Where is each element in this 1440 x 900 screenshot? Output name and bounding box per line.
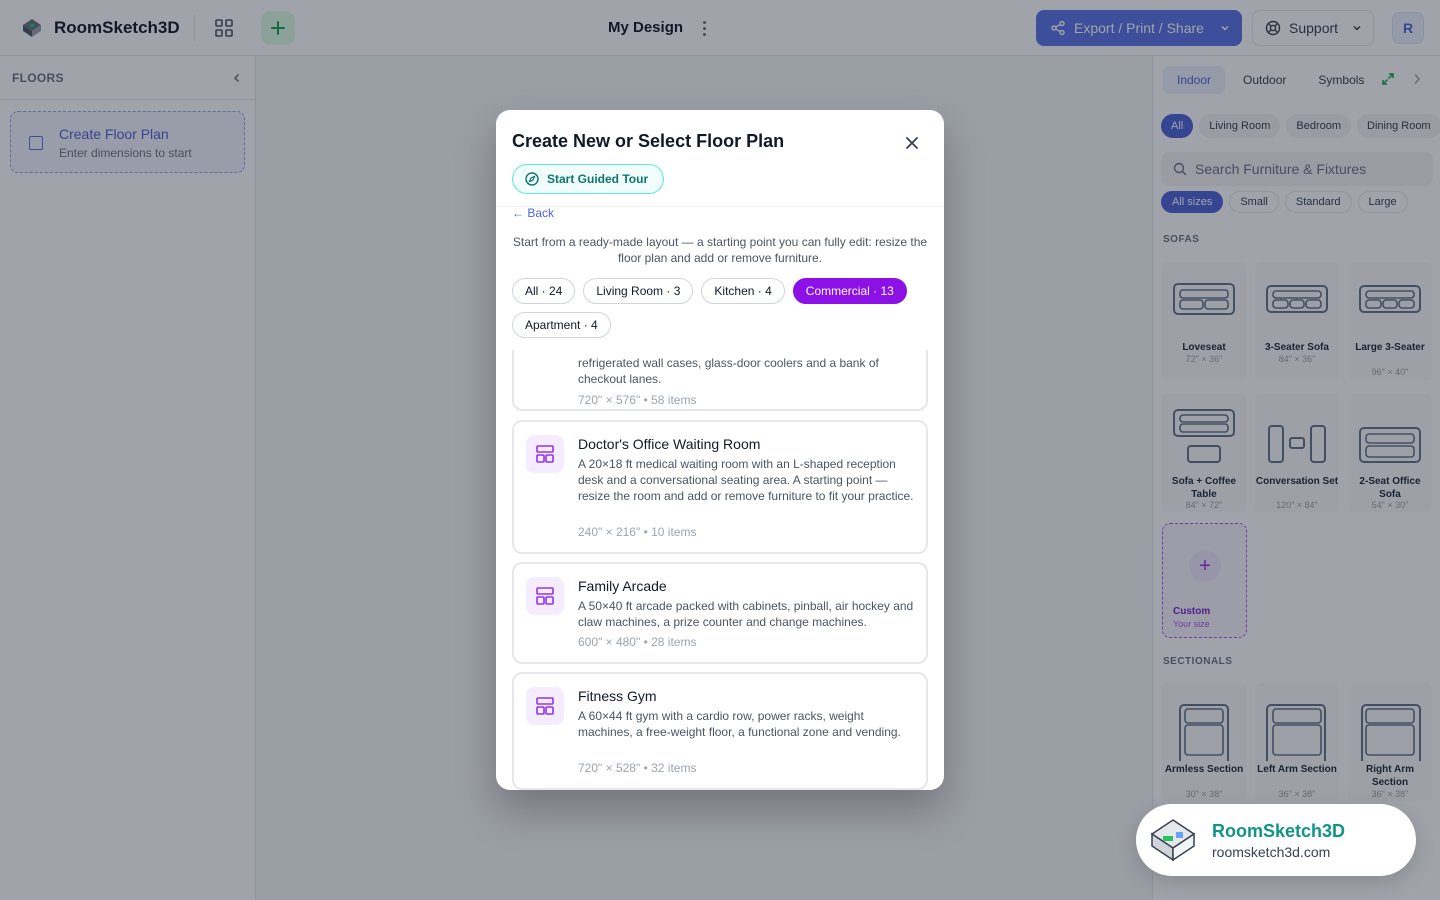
house-logo-icon [1150, 819, 1196, 862]
layout-template-icon [526, 435, 564, 473]
filter-living-room[interactable]: Living Room · 3 [583, 278, 694, 304]
close-icon [906, 137, 918, 149]
close-button[interactable] [901, 132, 923, 154]
start-guided-tour-button[interactable]: Start Guided Tour [512, 164, 664, 194]
template-description: A 60×44 ft gym with a cardio row, power … [578, 709, 901, 739]
brand-url: roomsketch3d.com [1212, 844, 1331, 860]
dialog-title: Create New or Select Floor Plan [512, 131, 785, 151]
template-title: Family Arcade [578, 578, 667, 594]
filter-apartment[interactable]: Apartment · 4 [512, 312, 611, 338]
floor-plan-dialog: Create New or Select Floor Plan Start Gu… [496, 110, 944, 790]
brand-badge[interactable]: RoomSketch3D roomsketch3d.com [1136, 804, 1416, 876]
filter-all[interactable]: All · 24 [512, 278, 576, 304]
template-description: refrigerated wall cases, glass-door cool… [578, 356, 879, 386]
divider [496, 206, 944, 207]
template-meta: 600" × 480" • 28 items [578, 635, 697, 649]
template-description: A 20×18 ft medical waiting room with an … [578, 457, 914, 503]
template-category-filters: All · 24 Living Room · 3 Kitchen · 4 Com… [512, 278, 932, 338]
filter-kitchen[interactable]: Kitchen · 4 [701, 278, 785, 304]
template-card[interactable]: Doctor's Office Waiting Room A 20×18 ft … [512, 420, 928, 554]
layout-template-icon [526, 577, 564, 615]
filter-commercial[interactable]: Commercial · 13 [792, 278, 907, 304]
template-card[interactable]: Fitness Gym A 60×44 ft gym with a cardio… [512, 672, 928, 790]
template-card[interactable]: refrigerated wall cases, glass-door cool… [512, 350, 928, 411]
compass-icon [525, 172, 539, 186]
tour-label: Start Guided Tour [547, 172, 649, 186]
back-link[interactable]: ← Back [512, 206, 554, 220]
templates-intro: Start from a ready-made layout — a start… [512, 235, 928, 265]
template-title: Doctor's Office Waiting Room [578, 436, 761, 452]
template-meta: 720" × 576" • 58 items [578, 393, 697, 407]
template-list[interactable]: refrigerated wall cases, glass-door cool… [496, 350, 944, 790]
template-meta: 720" × 528" • 32 items [578, 761, 697, 775]
brand-name: RoomSketch3D [1212, 821, 1346, 841]
template-title: Fitness Gym [578, 688, 657, 704]
template-description: A 50×40 ft arcade packed with cabinets, … [578, 599, 914, 629]
layout-template-icon [526, 687, 564, 725]
template-meta: 240" × 216" • 10 items [578, 525, 697, 539]
template-card[interactable]: Family Arcade A 50×40 ft arcade packed w… [512, 562, 928, 664]
